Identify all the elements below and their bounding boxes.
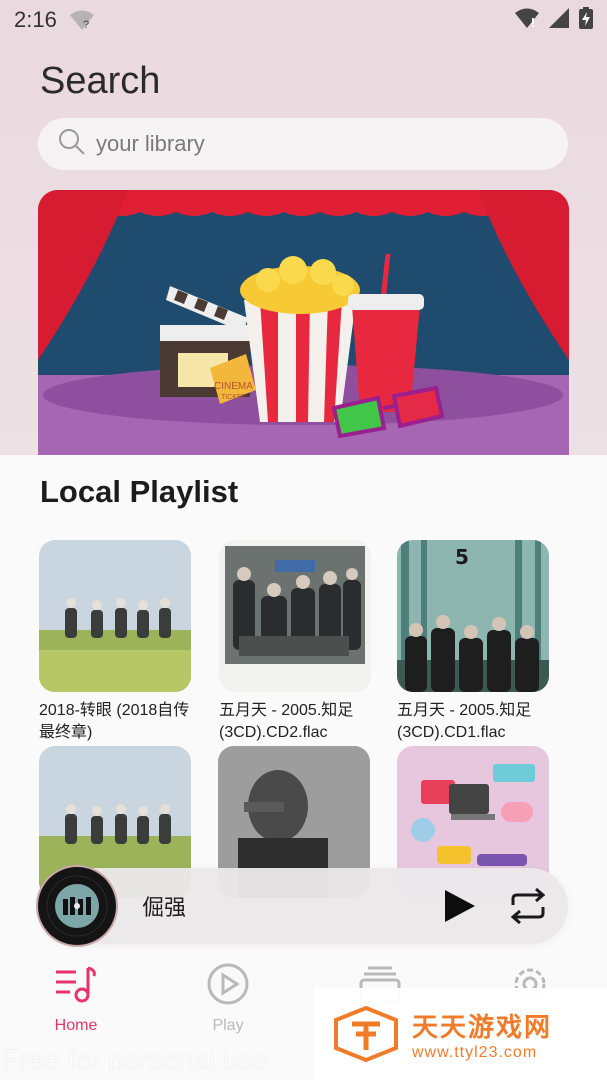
repeat-icon <box>510 887 546 925</box>
play-button[interactable] <box>440 886 480 926</box>
playlist-item[interactable]: 五月天 - 2005.知足 (3CD).CD2.flac <box>219 540 371 744</box>
nav-play-label: Play <box>212 1017 244 1034</box>
cinema-illustration: CINEMA TICKET <box>38 190 569 455</box>
album-cover: 5 <box>397 540 549 692</box>
repeat-button[interactable] <box>506 884 550 928</box>
now-playing-title: 倔强 <box>142 895 187 920</box>
page-title: Search <box>40 60 161 102</box>
site-logo-icon <box>334 1006 398 1062</box>
mini-player[interactable]: 倔强 <box>38 867 568 945</box>
album-cover <box>219 540 371 692</box>
nav-home[interactable]: Home <box>26 962 126 1035</box>
ticket-subtext: TICKET <box>221 394 247 401</box>
site-url: www.ttyl23.com <box>412 1043 538 1061</box>
section-title: Local Playlist <box>40 474 239 509</box>
featured-banner[interactable]: CINEMA TICKET <box>38 190 569 455</box>
music-list-icon <box>56 966 96 1003</box>
status-bar: 2:16 ? <box>0 0 607 40</box>
status-time: 2:16 <box>14 7 57 32</box>
playlist-item-label: 五月天 - 2005.知足 (3CD).CD2.flac <box>219 702 354 741</box>
album-cover <box>39 540 191 692</box>
search-icon <box>58 128 86 161</box>
site-watermark: 天天游戏网 www.ttyl23.com <box>314 988 607 1080</box>
wifi-alert-icon <box>515 8 539 33</box>
battery-charging-icon <box>579 6 593 34</box>
svg-text:?: ? <box>83 19 89 31</box>
nav-home-label: Home <box>54 1017 98 1034</box>
now-playing-disc <box>38 867 116 945</box>
play-circle-icon <box>207 963 249 1005</box>
watermark-text: Free for personal use <box>2 1044 269 1075</box>
playlist-item[interactable]: 2018-转眼 (2018自传最终章) <box>39 540 191 744</box>
search-bar[interactable] <box>38 118 568 170</box>
play-icon <box>445 890 475 922</box>
signal-icon <box>549 7 569 33</box>
playlist-item[interactable]: 5 五月天 - 2005.知足 (3CD).CD1.flac <box>397 540 549 744</box>
wifi-unknown-icon: ? <box>69 9 95 31</box>
site-name: 天天游戏网 <box>412 1011 553 1042</box>
playlist-item-label: 2018-转眼 (2018自传最终章) <box>39 702 190 741</box>
search-input[interactable] <box>96 131 516 157</box>
ticket-text: CINEMA <box>214 381 253 392</box>
svg-text:5: 5 <box>455 545 469 569</box>
nav-play[interactable]: Play <box>178 962 278 1035</box>
playlist-item-label: 五月天 - 2005.知足 (3CD).CD1.flac <box>397 702 532 741</box>
